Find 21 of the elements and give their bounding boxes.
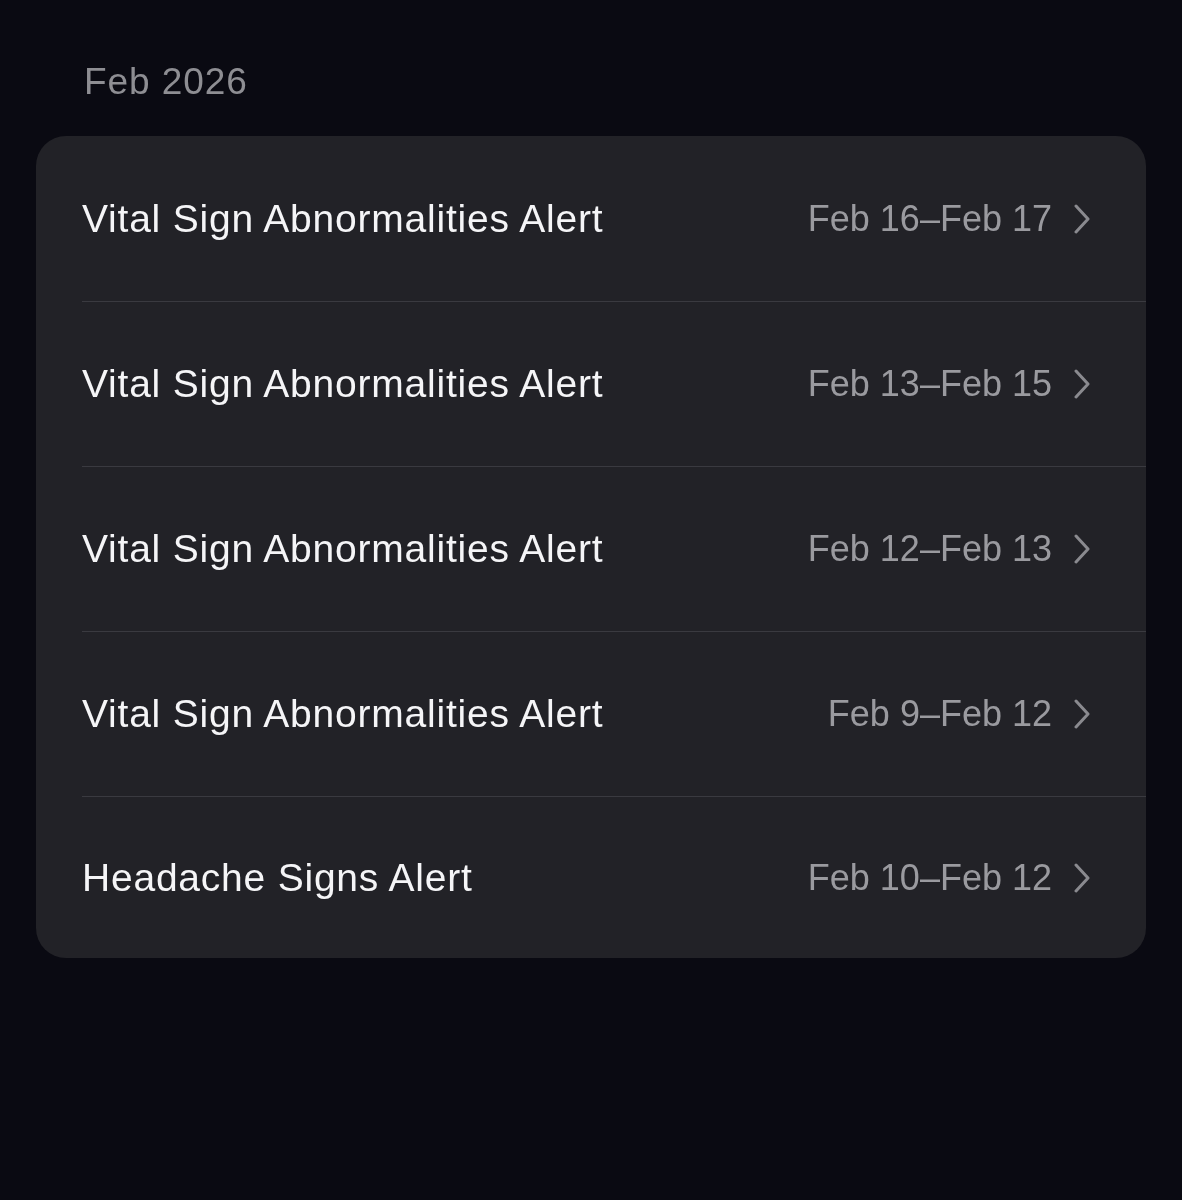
alert-date-range: Feb 12–Feb 13 — [806, 527, 1052, 571]
alert-title: Vital Sign Abnormalities Alert — [82, 361, 605, 407]
alert-date-range: Feb 9–Feb 12 — [826, 692, 1052, 736]
alert-date-range: Feb 13–Feb 15 — [806, 362, 1052, 406]
section-title: Feb 2026 — [83, 60, 248, 104]
alert-date-range: Feb 10–Feb 12 — [806, 855, 1052, 900]
alert-row[interactable]: Headache Signs Alert Feb 10–Feb 12 — [82, 796, 1146, 958]
alert-title: Vital Sign Abnormalities Alert — [82, 195, 605, 242]
alert-title: Vital Sign Abnormalities Alert — [82, 526, 605, 572]
alert-date-range: Feb 16–Feb 17 — [806, 196, 1052, 241]
chevron-right-icon — [1074, 534, 1090, 564]
chevron-right-icon — [1074, 203, 1090, 234]
alert-title: Headache Signs Alert — [82, 854, 474, 901]
alert-row[interactable]: Vital Sign Abnormalities Alert Feb 12–Feb 13 — [82, 466, 1146, 631]
alert-row[interactable]: Vital Sign Abnormalities Alert Feb 16–Feb 17 — [82, 136, 1146, 301]
chevron-right-icon — [1074, 699, 1090, 729]
alert-row[interactable]: Vital Sign Abnormalities Alert Feb 13–Feb 15 — [82, 301, 1146, 466]
chevron-right-icon — [1074, 369, 1090, 399]
chevron-right-icon — [1074, 862, 1090, 893]
alert-title: Vital Sign Abnormalities Alert — [82, 691, 605, 737]
alert-row[interactable]: Vital Sign Abnormalities Alert Feb 9–Feb 12 — [82, 631, 1146, 796]
